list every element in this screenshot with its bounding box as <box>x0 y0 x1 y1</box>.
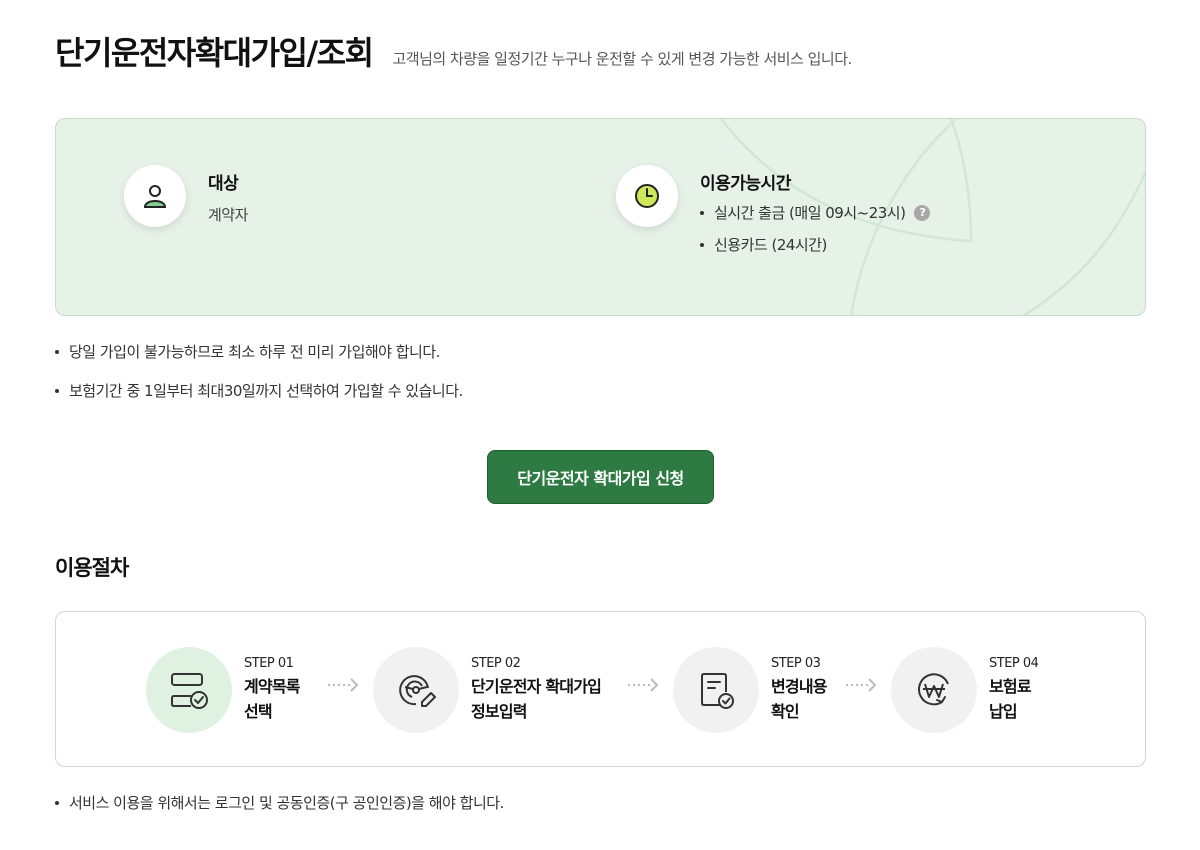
target-title: 대상 <box>208 174 239 194</box>
procedure-steps: STEP 01 계약목록선택 STEP 02 단기운전자 확대가입정보입력 <box>55 611 1146 767</box>
page-header: 단기운전자확대가입/조회 고객님의 차량을 일정기간 누구나 운전할 수 있게 … <box>55 28 852 74</box>
steering-wheel-icon <box>373 647 459 733</box>
step-3: STEP 03 변경내용 확인 <box>673 647 827 733</box>
apply-button[interactable]: 단기운전자 확대가입 신청 <box>487 450 714 504</box>
hours-title: 이용가능시간 <box>700 174 791 194</box>
document-check-icon <box>673 647 759 733</box>
hours-list: 실시간 출금 (매일 09시~23시)? 신용카드 (24시간) <box>700 202 931 255</box>
hours-info: 이용가능시간 실시간 출금 (매일 09시~23시)? 신용카드 (24시간) <box>616 165 931 266</box>
target-value: 계약자 <box>208 206 248 224</box>
step-arrow-icon <box>846 678 877 692</box>
procedure-title: 이용절차 <box>55 556 129 580</box>
notes-list: 당일 가입이 불가능하므로 최소 하루 전 미리 가입해야 합니다. 보험기간 … <box>55 341 463 419</box>
contract-list-icon <box>146 647 232 733</box>
help-icon[interactable]: ? <box>914 204 931 221</box>
step-arrow-icon <box>328 678 359 692</box>
person-icon <box>124 165 186 227</box>
note-item: 보험기간 중 1일부터 최대30일까지 선택하여 가입할 수 있습니다. <box>55 380 463 401</box>
step-name: 계약목록 선택 <box>244 676 300 721</box>
step-number: STEP 02 <box>471 655 521 671</box>
info-box: 대상 계약자 이용가능시간 실시간 출금 (매일 09시~23시)? 신용카드 … <box>55 118 1146 316</box>
step-name: 단기운전자 확대가입 정보입력 <box>471 676 602 721</box>
note-item: 당일 가입이 불가능하므로 최소 하루 전 미리 가입해야 합니다. <box>55 341 463 362</box>
step-2: STEP 02 단기운전자 확대가입 정보입력 <box>373 647 602 733</box>
page-title: 단기운전자확대가입/조회 <box>55 34 374 72</box>
step-number: STEP 01 <box>244 655 294 671</box>
hours-item: 신용카드 (24시간) <box>700 234 930 255</box>
step-name: 변경내용 확인 <box>771 676 827 721</box>
step-number: STEP 03 <box>771 655 821 671</box>
step-1: STEP 01 계약목록 선택 <box>146 647 300 733</box>
hours-item: 실시간 출금 (매일 09시~23시)? <box>700 202 931 223</box>
step-name: 보험료 납입 <box>989 676 1032 721</box>
step-number: STEP 04 <box>989 655 1039 671</box>
step-arrow-icon <box>628 678 659 692</box>
page-description: 고객님의 차량을 일정기간 누구나 운전할 수 있게 변경 가능한 서비스 입니… <box>392 50 853 68</box>
clock-icon <box>616 165 678 227</box>
step-4: STEP 04 보험료 납입 <box>891 647 1039 733</box>
note-item: 서비스 이용을 위해서는 로그인 및 공동인증(구 공인인증)을 해야 합니다. <box>55 792 504 813</box>
bottom-note: 서비스 이용을 위해서는 로그인 및 공동인증(구 공인인증)을 해야 합니다. <box>55 792 504 813</box>
won-payment-icon <box>891 647 977 733</box>
target-info: 대상 계약자 <box>124 165 248 227</box>
